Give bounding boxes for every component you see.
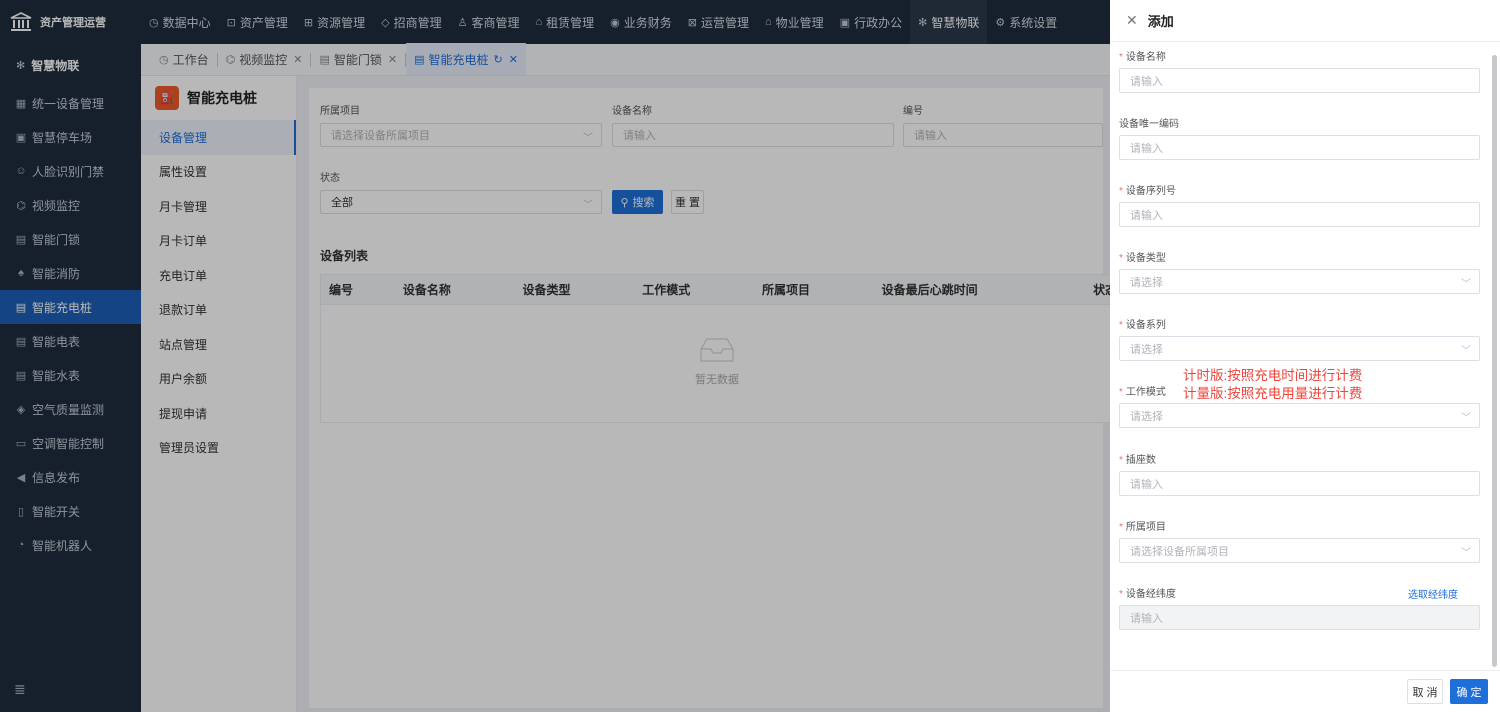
form-placeholder: 请输入 xyxy=(1130,75,1163,88)
add-drawer: ✕ 添加 * 设备名称 请输入 设备唯一编码 请输入 * 设备序列号 请输入 * 设备类型 请选择 ﹀… xyxy=(1110,0,1500,712)
form-field-label-text: 插座数 xyxy=(1125,455,1156,466)
required-mark: * xyxy=(1119,589,1123,600)
form-field-label-text: 所属项目 xyxy=(1125,522,1166,533)
form-field-label-text: 设备名称 xyxy=(1125,52,1166,63)
form-placeholder: 请输入 xyxy=(1130,612,1163,625)
form-field-label: * 设备系列 xyxy=(1119,316,1166,331)
form-placeholder: 请选择 xyxy=(1130,410,1163,423)
drawer-title: 添加 xyxy=(1147,14,1174,29)
form-field-label: 设备唯一编码 xyxy=(1119,115,1179,130)
form-field-label-text: 设备类型 xyxy=(1125,253,1166,264)
pick-coordinates-link[interactable]: 选取经纬度 xyxy=(1408,586,1458,601)
drawer-footer: 取 消 确 定 xyxy=(1110,670,1500,712)
form-field-label-text: 设备系列 xyxy=(1125,320,1166,331)
form-input[interactable]: 请输入 xyxy=(1119,135,1480,160)
form-placeholder: 请选择 xyxy=(1130,343,1163,356)
form-input[interactable]: 请输入 xyxy=(1119,471,1480,496)
form-field-label: * 设备名称 xyxy=(1119,48,1166,63)
required-mark: * xyxy=(1119,522,1123,533)
required-mark: * xyxy=(1119,320,1123,331)
form-field-label-text: 设备序列号 xyxy=(1125,186,1176,197)
form-select[interactable]: 请选择设备所属项目 ﹀ xyxy=(1119,538,1480,563)
form-select[interactable]: 请选择 ﹀ xyxy=(1119,269,1480,294)
required-mark: * xyxy=(1119,253,1123,264)
form-placeholder: 请输入 xyxy=(1130,142,1163,155)
form-field-label: * 设备经纬度 xyxy=(1119,585,1176,600)
cancel-button[interactable]: 取 消 xyxy=(1407,679,1443,704)
form-select[interactable]: 请选择 ﹀ xyxy=(1119,403,1480,428)
form-field-label-text: 设备经纬度 xyxy=(1125,589,1176,600)
form-input[interactable]: 请输入 xyxy=(1119,68,1480,93)
drawer-header: ✕ 添加 xyxy=(1110,0,1500,42)
form-field-label: * 设备序列号 xyxy=(1119,182,1176,197)
chevron-down-icon: ﹀ xyxy=(1461,279,1471,290)
chevron-down-icon: ﹀ xyxy=(1461,413,1471,424)
form-placeholder: 请选择 xyxy=(1130,276,1163,289)
form-field-label-text: 设备唯一编码 xyxy=(1119,119,1179,130)
chevron-down-icon: ﹀ xyxy=(1461,346,1471,357)
required-mark: * xyxy=(1119,455,1123,466)
form-field-label: * 插座数 xyxy=(1119,451,1156,466)
form-input: 请输入 xyxy=(1119,605,1480,630)
form-input[interactable]: 请输入 xyxy=(1119,202,1480,227)
form-field-label: * 工作模式 xyxy=(1119,383,1166,398)
work-mode-note-metered: 计量版:按照充电用量进行计费 xyxy=(1183,386,1363,401)
drawer-scrollbar[interactable] xyxy=(1492,55,1497,667)
modal-mask[interactable] xyxy=(0,0,1110,712)
form-placeholder: 请选择设备所属项目 xyxy=(1130,545,1229,558)
form-field-label: * 设备类型 xyxy=(1119,249,1166,264)
required-mark: * xyxy=(1119,186,1123,197)
chevron-down-icon: ﹀ xyxy=(1461,548,1471,559)
form-field-label: * 所属项目 xyxy=(1119,518,1166,533)
required-mark: * xyxy=(1119,52,1123,63)
form-placeholder: 请输入 xyxy=(1130,478,1163,491)
work-mode-notes: 计时版:按照充电时间进行计费 计量版:按照充电用量进行计费 xyxy=(1183,367,1362,403)
required-mark: * xyxy=(1119,387,1123,398)
work-mode-note-timed: 计时版:按照充电时间进行计费 xyxy=(1183,368,1363,383)
confirm-button-label: 确 定 xyxy=(1456,686,1482,699)
form-select[interactable]: 请选择 ﹀ xyxy=(1119,336,1480,361)
confirm-button[interactable]: 确 定 xyxy=(1450,679,1488,704)
form-field-label-text: 工作模式 xyxy=(1125,387,1166,398)
close-icon[interactable]: ✕ xyxy=(1126,12,1138,29)
cancel-button-label: 取 消 xyxy=(1412,686,1438,699)
form-placeholder: 请输入 xyxy=(1130,209,1163,222)
